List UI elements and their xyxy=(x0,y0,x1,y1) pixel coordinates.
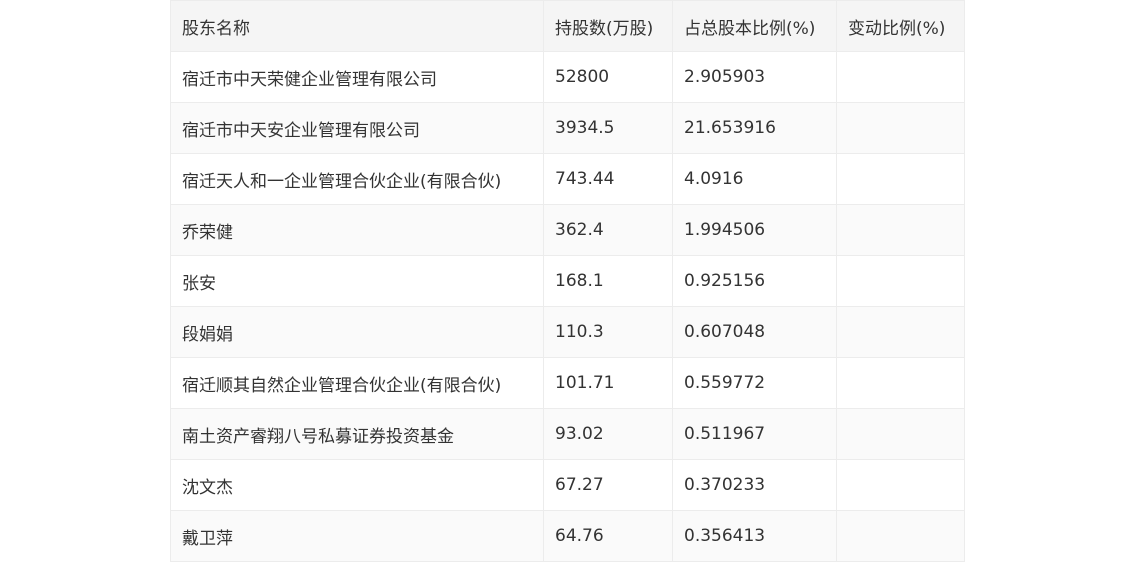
cell-shareholder-name: 段娟娟 xyxy=(170,306,544,358)
cell-shareholder-name: 戴卫萍 xyxy=(170,510,544,562)
cell-shareholder-name: 沈文杰 xyxy=(170,459,544,511)
cell-shareholder-name: 宿迁天人和一企业管理合伙企业(有限合伙) xyxy=(170,153,544,205)
header-shareholder-name: 股东名称 xyxy=(170,0,544,52)
cell-ratio: 4.0916 xyxy=(672,153,837,205)
cell-change xyxy=(836,510,965,562)
cell-shareholder-name: 张安 xyxy=(170,255,544,307)
cell-shareholder-name: 宿迁市中天荣健企业管理有限公司 xyxy=(170,51,544,103)
table-row: 南土资产睿翔八号私募证券投资基金 93.02 0.511967 xyxy=(170,408,965,460)
cell-shares: 3934.5 xyxy=(543,102,673,154)
shareholder-table-container: 股东名称 持股数(万股) 占总股本比例(%) 变动比例(%) 宿迁市中天荣健企业… xyxy=(170,0,965,562)
table-row: 宿迁顺其自然企业管理合伙企业(有限合伙) 101.71 0.559772 xyxy=(170,357,965,409)
table-row: 宿迁市中天荣健企业管理有限公司 52800 2.905903 xyxy=(170,51,965,103)
cell-change xyxy=(836,102,965,154)
cell-shares: 67.27 xyxy=(543,459,673,511)
table-header: 股东名称 持股数(万股) 占总股本比例(%) 变动比例(%) xyxy=(170,0,965,52)
cell-shareholder-name: 乔荣健 xyxy=(170,204,544,256)
cell-change xyxy=(836,306,965,358)
cell-shares: 168.1 xyxy=(543,255,673,307)
table-row: 戴卫萍 64.76 0.356413 xyxy=(170,510,965,562)
header-change: 变动比例(%) xyxy=(836,0,965,52)
cell-ratio: 21.653916 xyxy=(672,102,837,154)
cell-change xyxy=(836,51,965,103)
cell-change xyxy=(836,153,965,205)
header-ratio: 占总股本比例(%) xyxy=(672,0,837,52)
cell-change xyxy=(836,408,965,460)
cell-change xyxy=(836,459,965,511)
cell-ratio: 0.607048 xyxy=(672,306,837,358)
cell-ratio: 0.925156 xyxy=(672,255,837,307)
header-row: 股东名称 持股数(万股) 占总股本比例(%) 变动比例(%) xyxy=(170,0,965,52)
cell-shares: 362.4 xyxy=(543,204,673,256)
cell-ratio: 0.511967 xyxy=(672,408,837,460)
cell-shares: 52800 xyxy=(543,51,673,103)
cell-shareholder-name: 宿迁市中天安企业管理有限公司 xyxy=(170,102,544,154)
table-row: 宿迁天人和一企业管理合伙企业(有限合伙) 743.44 4.0916 xyxy=(170,153,965,205)
cell-ratio: 0.356413 xyxy=(672,510,837,562)
cell-ratio: 1.994506 xyxy=(672,204,837,256)
cell-ratio: 0.559772 xyxy=(672,357,837,409)
cell-shareholder-name: 宿迁顺其自然企业管理合伙企业(有限合伙) xyxy=(170,357,544,409)
table-row: 宿迁市中天安企业管理有限公司 3934.5 21.653916 xyxy=(170,102,965,154)
cell-change xyxy=(836,255,965,307)
cell-shares: 93.02 xyxy=(543,408,673,460)
table-row: 乔荣健 362.4 1.994506 xyxy=(170,204,965,256)
cell-shareholder-name: 南土资产睿翔八号私募证券投资基金 xyxy=(170,408,544,460)
cell-shares: 64.76 xyxy=(543,510,673,562)
table-row: 张安 168.1 0.925156 xyxy=(170,255,965,307)
cell-ratio: 2.905903 xyxy=(672,51,837,103)
cell-shares: 110.3 xyxy=(543,306,673,358)
cell-change xyxy=(836,357,965,409)
table-row: 段娟娟 110.3 0.607048 xyxy=(170,306,965,358)
cell-shares: 101.71 xyxy=(543,357,673,409)
cell-change xyxy=(836,204,965,256)
cell-ratio: 0.370233 xyxy=(672,459,837,511)
shareholder-table: 股东名称 持股数(万股) 占总股本比例(%) 变动比例(%) 宿迁市中天荣健企业… xyxy=(170,0,965,562)
table-body: 宿迁市中天荣健企业管理有限公司 52800 2.905903 宿迁市中天安企业管… xyxy=(170,51,965,562)
header-shares: 持股数(万股) xyxy=(543,0,673,52)
table-row: 沈文杰 67.27 0.370233 xyxy=(170,459,965,511)
cell-shares: 743.44 xyxy=(543,153,673,205)
